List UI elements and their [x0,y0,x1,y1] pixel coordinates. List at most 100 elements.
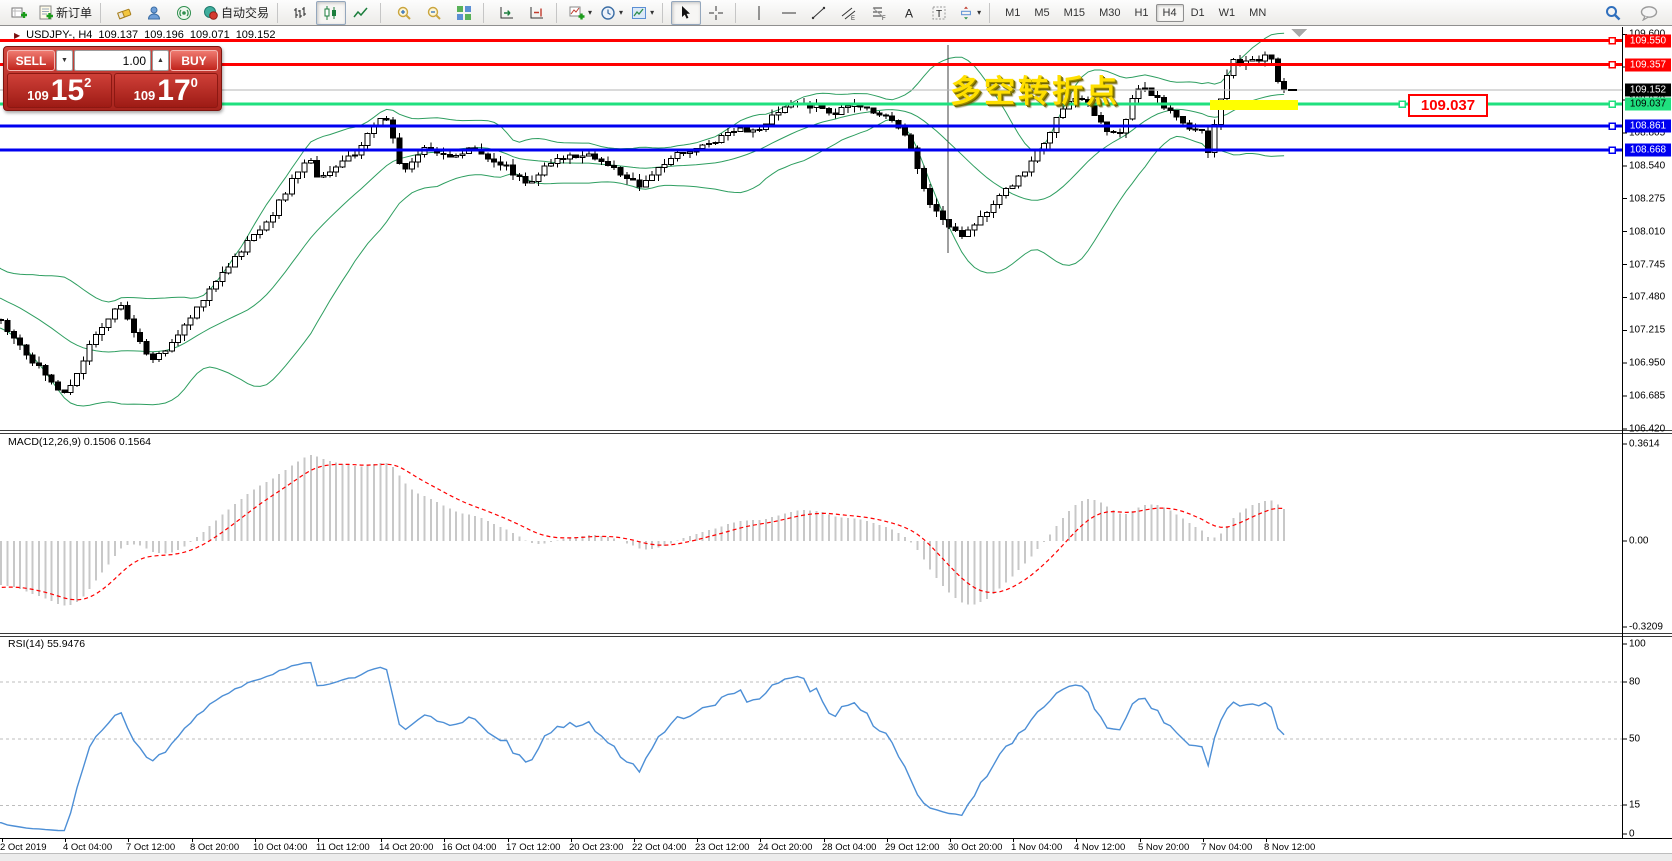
time-axis-label: 8 Oct 20:00 [190,842,239,853]
zoom-in-button[interactable] [389,1,419,25]
symbol-period-label: USDJPY-, H4 [26,29,92,41]
channel-button[interactable]: E [834,1,864,25]
timeframe-m1-button[interactable]: M1 [998,4,1027,22]
price-tick: 106.950 [1629,358,1671,369]
new-order-button[interactable]: 新订单 [34,1,96,25]
timeframe-d1-button[interactable]: D1 [1184,4,1212,22]
fibo-icon: F [871,5,887,21]
trendline-icon [811,5,827,21]
crosshair-button[interactable] [701,1,731,25]
volume-decrease-button[interactable]: ▼ [56,50,73,71]
fibonacci-button[interactable]: F [864,1,894,25]
auto-trading-button-label: 自动交易 [221,4,269,21]
timeframe-m15-button[interactable]: M15 [1057,4,1092,22]
bar-chart-button[interactable] [286,1,316,25]
signal-icon [176,5,192,21]
time-axis-label: 28 Oct 04:00 [822,842,876,853]
macd-scale-label: -0.3209 [1629,622,1663,633]
autoscroll-icon [499,5,515,21]
candles-icon [323,5,339,21]
ohlc-high: 109.196 [144,29,184,41]
search-button[interactable] [1598,1,1628,25]
candlestick-chart-button[interactable] [316,1,346,25]
ohlc-low: 109.071 [190,29,230,41]
doc-plus-icon [38,5,54,21]
indicators-button[interactable]: ▾ [565,1,596,25]
sell-price-pip: 2 [84,75,91,90]
timeframe-w1-button[interactable]: W1 [1212,4,1243,22]
time-axis-label: 14 Oct 20:00 [379,842,433,853]
time-axis-label: 22 Oct 04:00 [632,842,686,853]
time-axis-label: 10 Oct 04:00 [253,842,307,853]
volume-increase-button[interactable]: ▲ [152,50,169,71]
signals-button[interactable] [169,1,199,25]
text-button[interactable]: A [894,1,924,25]
time-axis-label: 17 Oct 12:00 [506,842,560,853]
search-icon [1604,4,1622,22]
timeframe-mn-button[interactable]: MN [1242,4,1273,22]
zoom-out-button[interactable] [419,1,449,25]
ohlc-open: 109.137 [98,29,138,41]
cursor-button[interactable] [671,1,701,25]
toolbar-separator [556,3,561,23]
text-label-button[interactable]: T [924,1,954,25]
rsi-scale-label: 0 [1629,829,1635,840]
macd-scale-label: 0.3614 [1629,439,1660,450]
macd-histogram [1,455,1284,606]
eraser-button[interactable] [109,1,139,25]
price-tick: 108.275 [1629,193,1671,204]
tile-windows-button[interactable] [449,1,479,25]
toolbar-separator [989,3,994,23]
timeframe-h4-button[interactable]: H4 [1156,4,1184,22]
clock-icon [600,5,616,21]
textT-icon: T [931,5,947,21]
chat-button[interactable] [1634,1,1664,25]
buy-price-button[interactable]: 109 17 0 [114,73,219,108]
channel-icon: E [841,5,857,21]
trendline-button[interactable] [804,1,834,25]
toolbar-separator [735,3,740,23]
arrows-button[interactable]: ▾ [954,1,985,25]
chart-shift-button[interactable] [522,1,552,25]
periods-button[interactable]: ▾ [596,1,627,25]
person-icon [146,5,162,21]
templates-button[interactable]: ▾ [627,1,658,25]
timeframe-h1-button[interactable]: H1 [1127,4,1155,22]
time-axis-label: 4 Nov 12:00 [1074,842,1125,853]
price-tick: 107.215 [1629,325,1671,336]
autotrade-icon [203,5,219,21]
toolbar-separator [277,3,282,23]
rsi-scale-label: 50 [1629,734,1640,745]
chevron-down-icon: ▾ [977,8,981,17]
indicator-icon [569,5,585,21]
time-axis-label: 16 Oct 04:00 [442,842,496,853]
time-axis-label: 30 Oct 20:00 [948,842,1002,853]
zoom-in-icon [396,5,412,21]
sell-button[interactable]: SELL [7,50,55,71]
one-click-trading-panel: SELL ▼ 1.00 ▲ BUY 109 15 2 109 17 0 [3,46,222,111]
timeframe-m5-button[interactable]: M5 [1027,4,1056,22]
timeframe-m30-button[interactable]: M30 [1092,4,1127,22]
profile-button[interactable] [139,1,169,25]
vertical-line-button[interactable] [744,1,774,25]
buy-button[interactable]: BUY [170,50,218,71]
toolbar-separator [662,3,667,23]
shapes-icon [958,5,974,21]
toolbar-right-group [1598,1,1668,25]
sell-price-main: 15 [51,76,84,106]
sell-price-button[interactable]: 109 15 2 [7,73,112,108]
time-axis-label: 2 Oct 2019 [0,842,46,853]
line-chart-button[interactable] [346,1,376,25]
toolbar-separator [483,3,488,23]
new-chart-button[interactable] [4,1,34,25]
auto-scroll-button[interactable] [492,1,522,25]
auto-trading-button[interactable]: 自动交易 [199,1,273,25]
macd-scale-label: 0.00 [1629,536,1648,547]
rsi-indicator-label: RSI(14) 55.9476 [8,638,85,650]
price-level-flag[interactable]: 109.037 [1408,94,1488,117]
volume-input[interactable]: 1.00 [74,50,151,71]
buy-price-main: 17 [157,76,190,106]
cursor-icon [678,5,694,21]
price-tick: 108.010 [1629,226,1671,237]
horizontal-line-button[interactable] [774,1,804,25]
